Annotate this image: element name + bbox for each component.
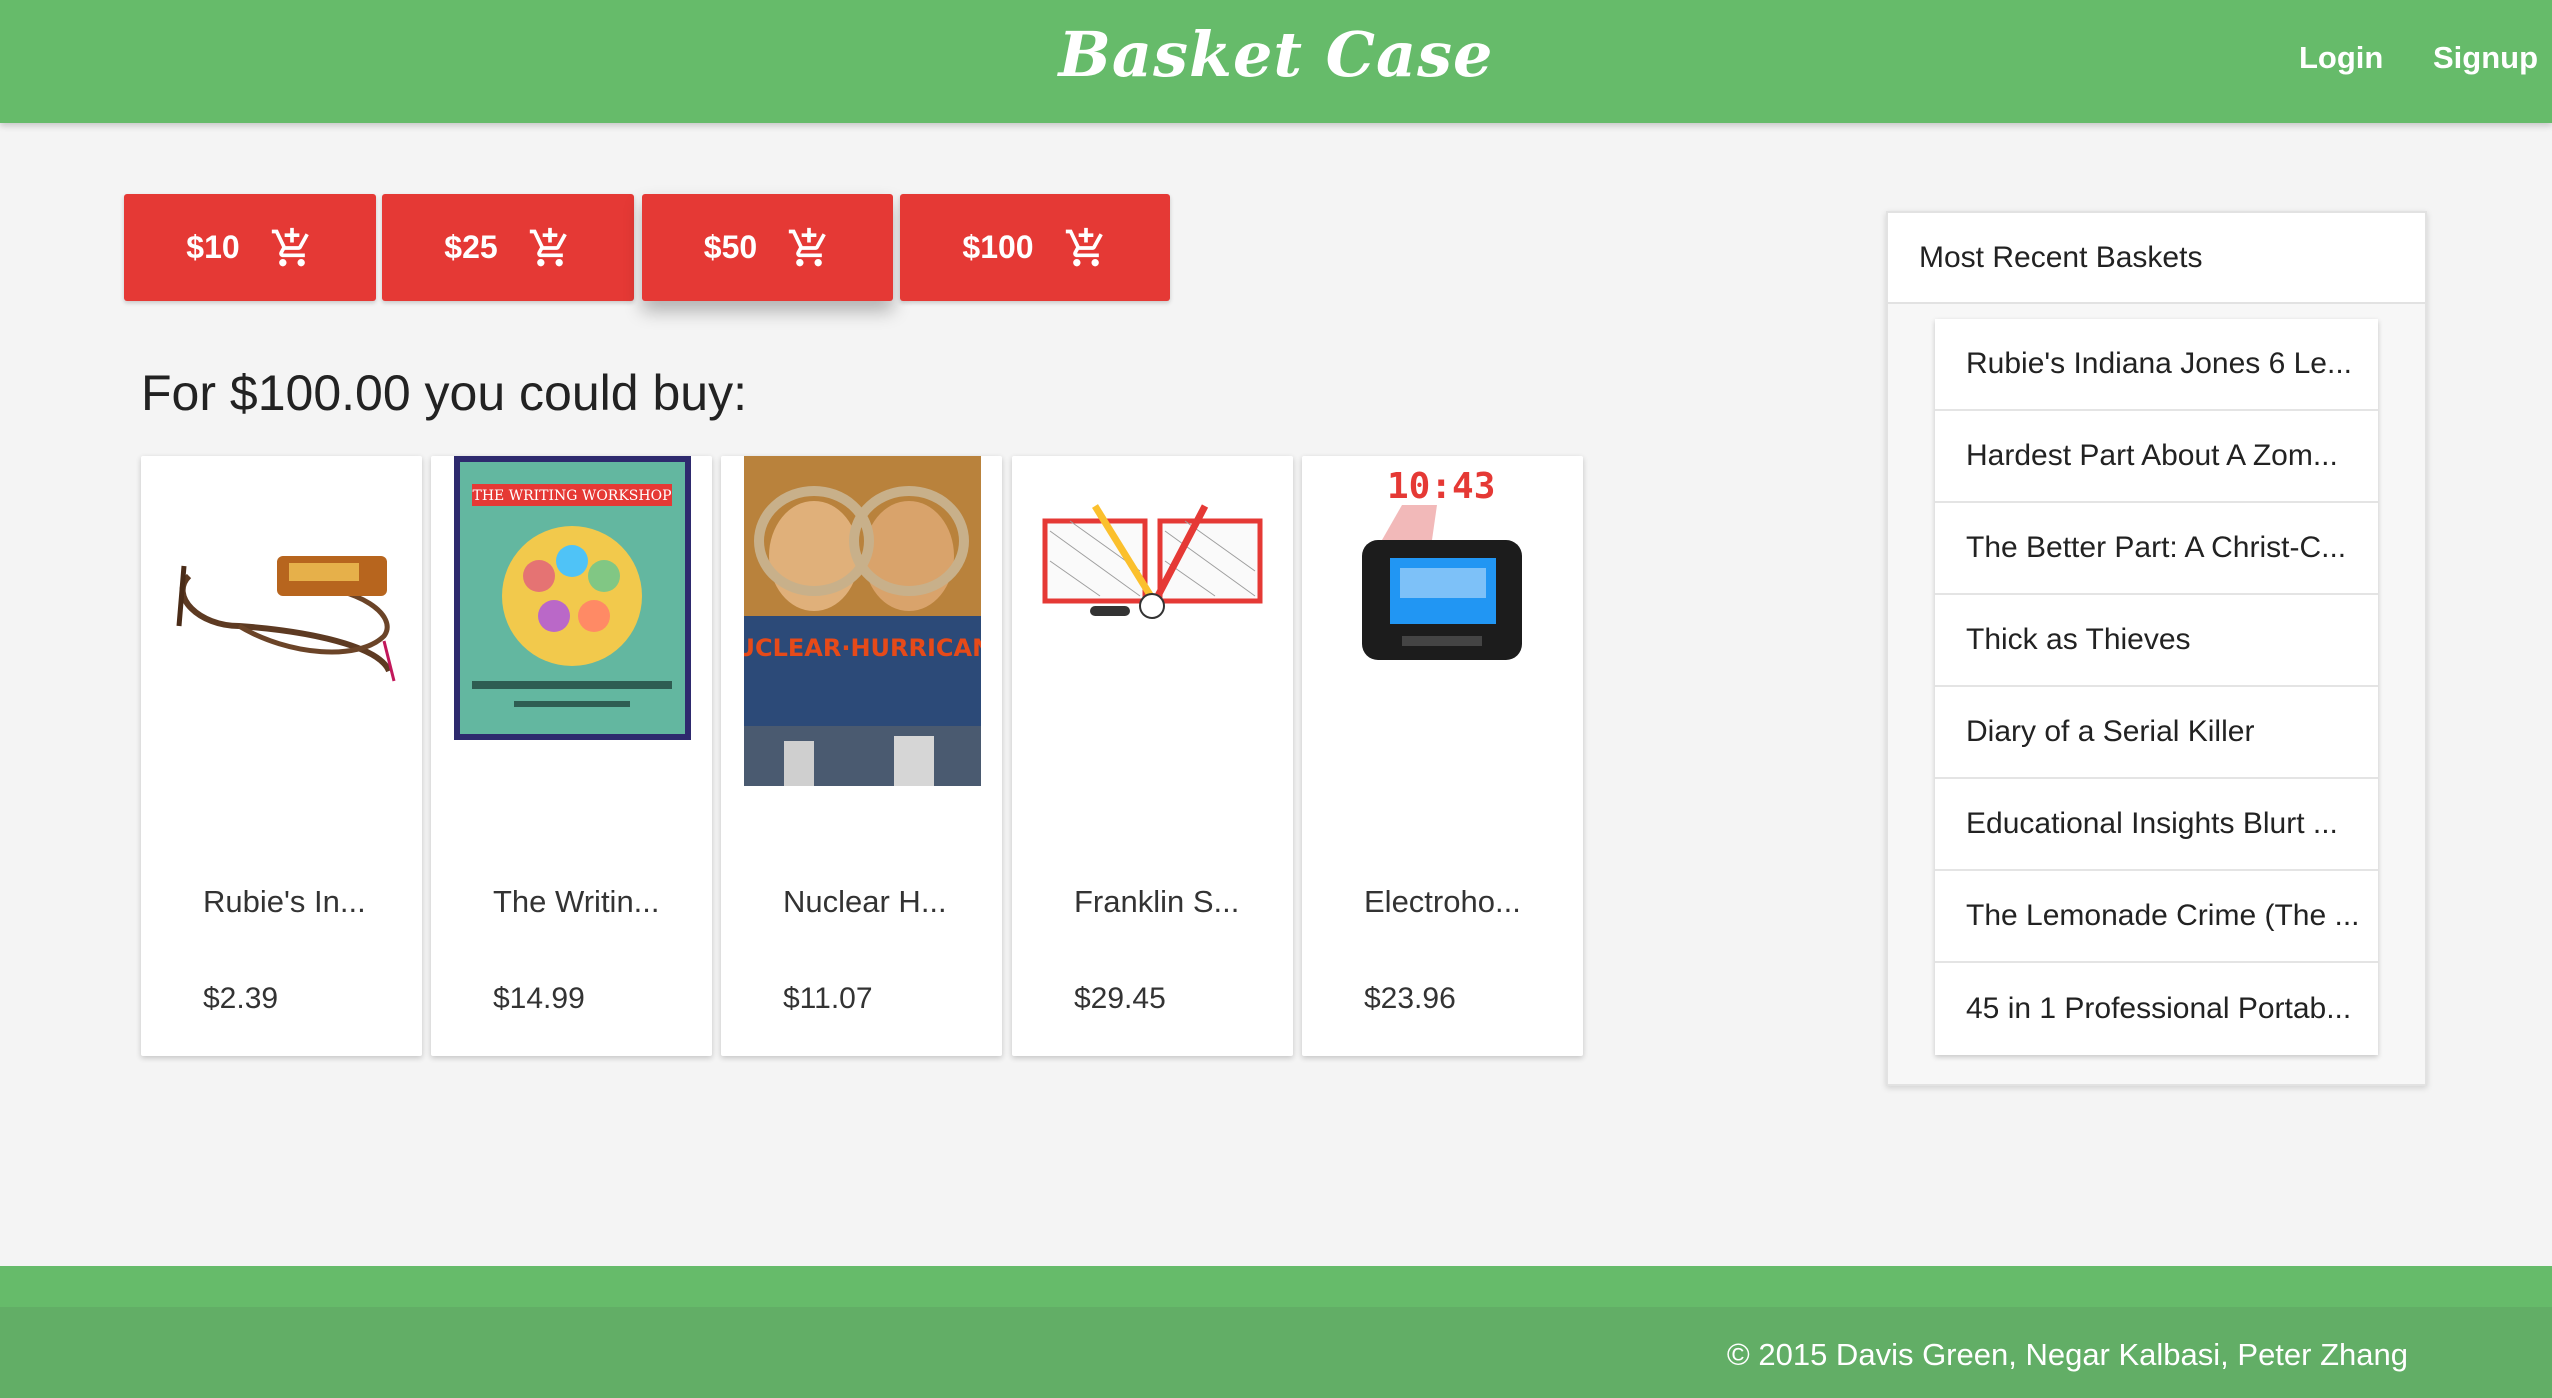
recent-basket-item[interactable]: The Lemonade Crime (The ... xyxy=(1935,871,2378,963)
amount-label: $100 xyxy=(962,229,1034,265)
signup-link[interactable]: Signup xyxy=(2433,40,2538,76)
login-link[interactable]: Login xyxy=(2299,40,2383,76)
recent-basket-item[interactable]: Thick as Thieves xyxy=(1935,595,2378,687)
recent-basket-item[interactable]: Diary of a Serial Killer xyxy=(1935,687,2378,779)
footer-band xyxy=(0,1266,2552,1307)
amount-label: $25 xyxy=(444,229,498,265)
whip-product-image xyxy=(176,556,396,682)
recent-basket-item[interactable]: The Better Part: A Christ-C... xyxy=(1935,503,2378,595)
product-card[interactable]: Franklin S... $29.45 xyxy=(1012,456,1293,1056)
budget-headline: For $100.00 you could buy: xyxy=(141,365,747,421)
add-shopping-cart-icon xyxy=(271,227,309,266)
recent-basket-item[interactable]: Hardest Part About A Zom... xyxy=(1935,411,2378,503)
product-card[interactable]: THE WRITING WORKSHOP The Writin... $14.9… xyxy=(431,456,712,1056)
recent-basket-item[interactable]: Rubie's Indiana Jones 6 Le... xyxy=(1935,319,2378,411)
amount-50-button[interactable]: $50 xyxy=(642,194,893,301)
footer: © 2015 Davis Green, Negar Kalbasi, Peter… xyxy=(0,1307,2552,1398)
product-title: Franklin S... xyxy=(1074,884,1240,919)
product-price: $14.99 xyxy=(493,982,585,1015)
product-title: Rubie's In... xyxy=(203,884,366,919)
dvd-cover-image: NUCLEAR·HURRICANE xyxy=(744,456,981,786)
product-price: $29.45 xyxy=(1074,982,1166,1015)
add-shopping-cart-icon xyxy=(789,227,826,266)
projected-time-text: 10:43 xyxy=(1387,466,1495,507)
product-price: $23.96 xyxy=(1364,982,1456,1015)
amount-label: $50 xyxy=(703,229,758,265)
amount-100-button[interactable]: $100 xyxy=(900,194,1170,301)
dvd-title-text: NUCLEAR·HURRICANE xyxy=(744,634,981,662)
top-navbar: Basket Case Login Signup xyxy=(0,0,2552,123)
amount-25-button[interactable]: $25 xyxy=(382,194,634,301)
hockey-set-image xyxy=(1042,504,1263,619)
book-banner-text: THE WRITING WORKSHOP xyxy=(473,488,672,504)
recent-baskets-header: Most Recent Baskets xyxy=(1888,213,2425,304)
amount-label: $10 xyxy=(186,229,240,265)
amount-10-button[interactable]: $10 xyxy=(124,194,376,301)
product-card[interactable]: Rubie's In... $2.39 xyxy=(141,456,422,1056)
product-title: Electroho... xyxy=(1364,884,1521,919)
product-price: $2.39 xyxy=(203,982,279,1015)
projection-clock-image: 10:43 xyxy=(1362,466,1522,660)
product-card[interactable]: NUCLEAR·HURRICANE Nuclear H... $11.07 xyxy=(721,456,1002,1056)
recent-basket-item[interactable]: Educational Insights Blurt ... xyxy=(1935,779,2378,871)
add-shopping-cart-icon xyxy=(1065,227,1103,266)
recent-basket-item[interactable]: 45 in 1 Professional Portab... xyxy=(1935,963,2378,1055)
product-price: $11.07 xyxy=(783,982,873,1015)
copyright-text: © 2015 Davis Green, Negar Kalbasi, Peter… xyxy=(1726,1337,2408,1372)
product-title: Nuclear H... xyxy=(783,884,947,919)
brand-logo[interactable]: Basket Case xyxy=(0,18,2552,91)
book-cover-image: THE WRITING WORKSHOP xyxy=(454,456,691,740)
add-shopping-cart-icon xyxy=(529,227,567,266)
recent-baskets-panel: Most Recent Baskets Rubie's Indiana Jone… xyxy=(1886,211,2427,1086)
recent-baskets-list: Rubie's Indiana Jones 6 Le... Hardest Pa… xyxy=(1935,319,2378,1055)
product-card[interactable]: 10:43 Electroho... $23.96 xyxy=(1302,456,1583,1056)
product-title: The Writin... xyxy=(493,884,660,919)
recent-baskets-title: Most Recent Baskets xyxy=(1919,241,2203,274)
